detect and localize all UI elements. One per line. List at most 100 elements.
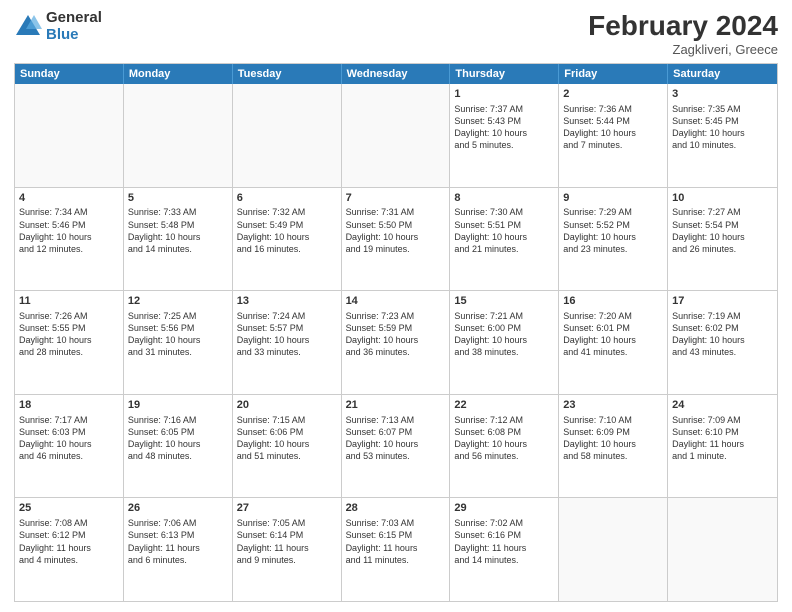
title-month: February 2024 xyxy=(588,10,778,42)
cell-detail: Sunrise: 7:37 AMSunset: 5:43 PMDaylight:… xyxy=(454,103,554,152)
cell-detail: Sunrise: 7:17 AMSunset: 6:03 PMDaylight:… xyxy=(19,414,119,463)
page: General Blue February 2024 Zagkliveri, G… xyxy=(0,0,792,612)
calendar-row-3: 18Sunrise: 7:17 AMSunset: 6:03 PMDayligh… xyxy=(15,394,777,498)
day-cell-27: 27Sunrise: 7:05 AMSunset: 6:14 PMDayligh… xyxy=(233,498,342,601)
calendar-header: SundayMondayTuesdayWednesdayThursdayFrid… xyxy=(15,64,777,84)
day-number: 7 xyxy=(346,191,446,206)
header-day-sunday: Sunday xyxy=(15,64,124,84)
day-cell-1: 1Sunrise: 7:37 AMSunset: 5:43 PMDaylight… xyxy=(450,84,559,187)
cell-detail: Sunrise: 7:25 AMSunset: 5:56 PMDaylight:… xyxy=(128,310,228,359)
calendar-row-4: 25Sunrise: 7:08 AMSunset: 6:12 PMDayligh… xyxy=(15,497,777,601)
cell-detail: Sunrise: 7:26 AMSunset: 5:55 PMDaylight:… xyxy=(19,310,119,359)
day-cell-28: 28Sunrise: 7:03 AMSunset: 6:15 PMDayligh… xyxy=(342,498,451,601)
day-number: 25 xyxy=(19,501,119,516)
day-cell-8: 8Sunrise: 7:30 AMSunset: 5:51 PMDaylight… xyxy=(450,188,559,291)
empty-cell xyxy=(559,498,668,601)
day-number: 20 xyxy=(237,398,337,413)
day-cell-26: 26Sunrise: 7:06 AMSunset: 6:13 PMDayligh… xyxy=(124,498,233,601)
day-cell-6: 6Sunrise: 7:32 AMSunset: 5:49 PMDaylight… xyxy=(233,188,342,291)
day-cell-10: 10Sunrise: 7:27 AMSunset: 5:54 PMDayligh… xyxy=(668,188,777,291)
header-day-wednesday: Wednesday xyxy=(342,64,451,84)
cell-detail: Sunrise: 7:05 AMSunset: 6:14 PMDaylight:… xyxy=(237,517,337,566)
day-cell-2: 2Sunrise: 7:36 AMSunset: 5:44 PMDaylight… xyxy=(559,84,668,187)
cell-detail: Sunrise: 7:19 AMSunset: 6:02 PMDaylight:… xyxy=(672,310,773,359)
day-cell-25: 25Sunrise: 7:08 AMSunset: 6:12 PMDayligh… xyxy=(15,498,124,601)
day-number: 22 xyxy=(454,398,554,413)
day-number: 12 xyxy=(128,294,228,309)
cell-detail: Sunrise: 7:20 AMSunset: 6:01 PMDaylight:… xyxy=(563,310,663,359)
day-number: 1 xyxy=(454,87,554,102)
day-number: 29 xyxy=(454,501,554,516)
calendar: SundayMondayTuesdayWednesdayThursdayFrid… xyxy=(14,63,778,602)
cell-detail: Sunrise: 7:24 AMSunset: 5:57 PMDaylight:… xyxy=(237,310,337,359)
cell-detail: Sunrise: 7:36 AMSunset: 5:44 PMDaylight:… xyxy=(563,103,663,152)
day-number: 21 xyxy=(346,398,446,413)
day-cell-29: 29Sunrise: 7:02 AMSunset: 6:16 PMDayligh… xyxy=(450,498,559,601)
day-cell-18: 18Sunrise: 7:17 AMSunset: 6:03 PMDayligh… xyxy=(15,395,124,498)
cell-detail: Sunrise: 7:13 AMSunset: 6:07 PMDaylight:… xyxy=(346,414,446,463)
day-cell-14: 14Sunrise: 7:23 AMSunset: 5:59 PMDayligh… xyxy=(342,291,451,394)
empty-cell xyxy=(233,84,342,187)
cell-detail: Sunrise: 7:34 AMSunset: 5:46 PMDaylight:… xyxy=(19,206,119,255)
empty-cell xyxy=(15,84,124,187)
logo: General Blue xyxy=(14,10,102,43)
cell-detail: Sunrise: 7:16 AMSunset: 6:05 PMDaylight:… xyxy=(128,414,228,463)
day-number: 6 xyxy=(237,191,337,206)
cell-detail: Sunrise: 7:12 AMSunset: 6:08 PMDaylight:… xyxy=(454,414,554,463)
day-cell-20: 20Sunrise: 7:15 AMSunset: 6:06 PMDayligh… xyxy=(233,395,342,498)
empty-cell xyxy=(668,498,777,601)
day-number: 15 xyxy=(454,294,554,309)
header-day-saturday: Saturday xyxy=(668,64,777,84)
day-number: 14 xyxy=(346,294,446,309)
day-number: 23 xyxy=(563,398,663,413)
day-cell-11: 11Sunrise: 7:26 AMSunset: 5:55 PMDayligh… xyxy=(15,291,124,394)
calendar-row-0: 1Sunrise: 7:37 AMSunset: 5:43 PMDaylight… xyxy=(15,84,777,187)
day-number: 17 xyxy=(672,294,773,309)
day-number: 26 xyxy=(128,501,228,516)
day-cell-5: 5Sunrise: 7:33 AMSunset: 5:48 PMDaylight… xyxy=(124,188,233,291)
logo-general: General xyxy=(46,10,102,27)
cell-detail: Sunrise: 7:21 AMSunset: 6:00 PMDaylight:… xyxy=(454,310,554,359)
cell-detail: Sunrise: 7:02 AMSunset: 6:16 PMDaylight:… xyxy=(454,517,554,566)
cell-detail: Sunrise: 7:29 AMSunset: 5:52 PMDaylight:… xyxy=(563,206,663,255)
day-number: 8 xyxy=(454,191,554,206)
day-number: 24 xyxy=(672,398,773,413)
day-cell-3: 3Sunrise: 7:35 AMSunset: 5:45 PMDaylight… xyxy=(668,84,777,187)
cell-detail: Sunrise: 7:35 AMSunset: 5:45 PMDaylight:… xyxy=(672,103,773,152)
header-day-monday: Monday xyxy=(124,64,233,84)
calendar-row-1: 4Sunrise: 7:34 AMSunset: 5:46 PMDaylight… xyxy=(15,187,777,291)
header-day-tuesday: Tuesday xyxy=(233,64,342,84)
day-cell-21: 21Sunrise: 7:13 AMSunset: 6:07 PMDayligh… xyxy=(342,395,451,498)
header: General Blue February 2024 Zagkliveri, G… xyxy=(14,10,778,57)
day-number: 10 xyxy=(672,191,773,206)
cell-detail: Sunrise: 7:15 AMSunset: 6:06 PMDaylight:… xyxy=(237,414,337,463)
cell-detail: Sunrise: 7:31 AMSunset: 5:50 PMDaylight:… xyxy=(346,206,446,255)
day-cell-4: 4Sunrise: 7:34 AMSunset: 5:46 PMDaylight… xyxy=(15,188,124,291)
day-number: 16 xyxy=(563,294,663,309)
day-number: 9 xyxy=(563,191,663,206)
day-number: 13 xyxy=(237,294,337,309)
day-cell-15: 15Sunrise: 7:21 AMSunset: 6:00 PMDayligh… xyxy=(450,291,559,394)
logo-text: General Blue xyxy=(46,10,102,43)
cell-detail: Sunrise: 7:27 AMSunset: 5:54 PMDaylight:… xyxy=(672,206,773,255)
header-day-friday: Friday xyxy=(559,64,668,84)
cell-detail: Sunrise: 7:08 AMSunset: 6:12 PMDaylight:… xyxy=(19,517,119,566)
day-cell-24: 24Sunrise: 7:09 AMSunset: 6:10 PMDayligh… xyxy=(668,395,777,498)
day-cell-7: 7Sunrise: 7:31 AMSunset: 5:50 PMDaylight… xyxy=(342,188,451,291)
day-cell-22: 22Sunrise: 7:12 AMSunset: 6:08 PMDayligh… xyxy=(450,395,559,498)
cell-detail: Sunrise: 7:03 AMSunset: 6:15 PMDaylight:… xyxy=(346,517,446,566)
logo-icon xyxy=(14,13,42,41)
day-number: 28 xyxy=(346,501,446,516)
day-number: 11 xyxy=(19,294,119,309)
empty-cell xyxy=(342,84,451,187)
cell-detail: Sunrise: 7:30 AMSunset: 5:51 PMDaylight:… xyxy=(454,206,554,255)
day-number: 5 xyxy=(128,191,228,206)
logo-blue: Blue xyxy=(46,27,102,44)
day-cell-23: 23Sunrise: 7:10 AMSunset: 6:09 PMDayligh… xyxy=(559,395,668,498)
title-location: Zagkliveri, Greece xyxy=(588,42,778,57)
day-cell-9: 9Sunrise: 7:29 AMSunset: 5:52 PMDaylight… xyxy=(559,188,668,291)
day-number: 3 xyxy=(672,87,773,102)
day-cell-12: 12Sunrise: 7:25 AMSunset: 5:56 PMDayligh… xyxy=(124,291,233,394)
cell-detail: Sunrise: 7:06 AMSunset: 6:13 PMDaylight:… xyxy=(128,517,228,566)
cell-detail: Sunrise: 7:10 AMSunset: 6:09 PMDaylight:… xyxy=(563,414,663,463)
